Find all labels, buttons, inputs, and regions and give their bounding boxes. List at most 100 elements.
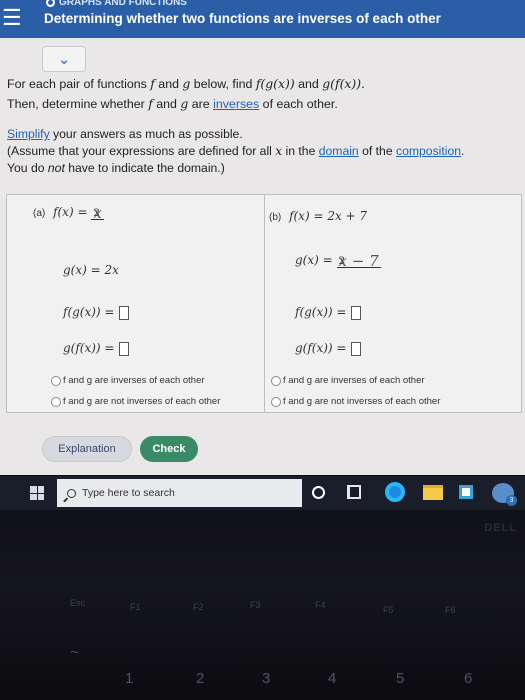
taskbar: Type here to search 3 (0, 476, 525, 510)
key-label: Esc (70, 598, 86, 608)
keyboard-area: DELL Esc F1 F2 F3 F4 F5 F6 ~ 1 2 3 4 5 6 (0, 510, 525, 700)
prompt-line-2: Then, determine whether f and g are inve… (7, 94, 517, 114)
part-b-fg-row: f(g(x)) = (295, 305, 361, 320)
instructions: Simplify your answers as much as possibl… (7, 126, 522, 177)
radio-button[interactable] (51, 375, 61, 386)
part-b-f-definition: (b) f(x) = 2x + 7 (269, 209, 367, 223)
cortana-icon[interactable] (312, 486, 325, 499)
radio-button[interactable] (271, 396, 281, 407)
instructions-text: (Assume that your expressions are define… (7, 144, 276, 158)
problem-boxes: (a) f(x) = x2 g(x) = 2x f(g(x)) = g(f(x)… (6, 194, 522, 413)
part-a-fg-row: f(g(x)) = (63, 305, 129, 320)
hamburger-icon[interactable]: ☰ (2, 7, 22, 29)
key-label: F1 (130, 602, 141, 612)
part-a-label: (a) (33, 208, 46, 219)
part-b-label: (b) (269, 212, 282, 223)
prompt-text: and (294, 77, 323, 91)
part-b-g-definition: g(x) = x − 72 (295, 253, 381, 268)
domain-link[interactable]: domain (319, 144, 359, 158)
key-label: 6 (464, 670, 473, 687)
instructions-text: of the (358, 144, 396, 158)
instructions-text: You do (7, 161, 48, 175)
task-view-icon[interactable] (347, 485, 361, 499)
prompt-text: and (152, 97, 181, 111)
mail-icon[interactable]: 3 (492, 483, 517, 506)
instructions-text: your answers as much as possible. (49, 127, 243, 141)
key-label: F4 (315, 600, 326, 610)
key-label: 2 (196, 670, 205, 687)
prompt-text: For each pair of functions (7, 77, 151, 91)
part-a-box: (a) f(x) = x2 g(x) = 2x f(g(x)) = g(f(x)… (7, 195, 264, 412)
key-label: ~ (70, 644, 79, 661)
key-label: F3 (250, 600, 261, 610)
header-bar: ☰ GRAPHS AND FUNCTIONS Determining wheth… (0, 0, 525, 38)
prompt-text: and (154, 77, 183, 91)
instructions-text: in the (282, 144, 319, 158)
instructions-text: have to indicate the domain.) (64, 161, 225, 175)
math-gf: g(f(x)). (322, 76, 365, 91)
part-b-option-not-inverses[interactable]: f and g are not inverses of each other (271, 396, 440, 407)
part-a-fg-label: f(g(x)) = (63, 305, 115, 319)
part-b-option-inverses[interactable]: f and g are inverses of each other (271, 375, 425, 386)
fraction-numerator: x − 7 (336, 251, 381, 270)
option-label: f and g are inverses of each other (63, 375, 205, 386)
key-label: F2 (193, 602, 204, 612)
key-label: 1 (125, 670, 134, 687)
store-icon[interactable] (457, 483, 475, 501)
problem-prompt: For each pair of functions f and g below… (7, 74, 517, 114)
chevron-down-icon: ⌄ (57, 51, 71, 68)
part-a-f-definition: (a) f(x) = x2 (33, 203, 104, 222)
windows-start-icon[interactable] (30, 486, 44, 500)
brand-logo: DELL (484, 522, 517, 534)
part-b-fg-label: f(g(x)) = (295, 305, 347, 319)
file-explorer-icon[interactable] (423, 485, 443, 500)
instructions-line-1: Simplify your answers as much as possibl… (7, 126, 522, 143)
option-label: f and g are not inverses of each other (63, 396, 221, 407)
topic-text: GRAPHS AND FUNCTIONS (59, 0, 187, 8)
radio-button[interactable] (51, 396, 61, 407)
part-a-g-definition: g(x) = 2x (63, 263, 119, 277)
check-button[interactable]: Check (140, 436, 198, 462)
part-a-gf-answer-input[interactable] (118, 341, 129, 356)
simplify-link[interactable]: Simplify (7, 127, 50, 141)
part-b-gf-label: g(f(x)) = (295, 341, 347, 355)
option-label: f and g are not inverses of each other (283, 396, 441, 407)
part-b-f-def: f(x) = 2x + 7 (289, 209, 368, 223)
prompt-line-1: For each pair of functions f and g below… (7, 74, 517, 94)
part-b-gf-answer-input[interactable] (350, 341, 361, 356)
part-a-gf-label: g(f(x)) = (63, 341, 115, 355)
key-label: 3 (262, 670, 271, 687)
fraction-numerator: x (91, 203, 104, 222)
inverses-link[interactable]: inverses (213, 97, 259, 111)
part-a-f-lhs: f(x) = (53, 205, 88, 219)
part-b-fg-answer-input[interactable] (350, 305, 361, 320)
instructions-line-3: You do not have to indicate the domain.) (7, 160, 522, 177)
taskbar-search-input[interactable]: Type here to search (57, 479, 302, 507)
part-a-f-fraction: x2 (91, 203, 104, 222)
prompt-text: Then, determine whether (7, 97, 149, 111)
radio-button[interactable] (271, 375, 281, 386)
instructions-line-2: (Assume that your expressions are define… (7, 143, 522, 160)
edge-browser-icon[interactable] (385, 482, 405, 502)
part-b-gf-row: g(f(x)) = (295, 341, 361, 356)
part-a-option-inverses[interactable]: f and g are inverses of each other (51, 375, 205, 386)
problem-panel: ⌄ For each pair of functions f and g bel… (0, 38, 525, 475)
page-title: Determining whether two functions are in… (44, 11, 441, 26)
instructions-text: . (461, 144, 465, 158)
collapse-toggle[interactable]: ⌄ (42, 46, 86, 72)
key-label: F6 (445, 605, 456, 615)
part-a-fg-answer-input[interactable] (118, 305, 129, 320)
prompt-text: below, find (190, 77, 256, 91)
part-b-box: (b) f(x) = 2x + 7 g(x) = x − 72 f(g(x)) … (264, 195, 521, 412)
part-a-gf-row: g(f(x)) = (63, 341, 129, 356)
prompt-text: of each other. (259, 97, 338, 111)
part-a-option-not-inverses[interactable]: f and g are not inverses of each other (51, 396, 220, 407)
composition-link[interactable]: composition (396, 144, 461, 158)
status-ring-icon (46, 0, 55, 7)
emphasis-not: not (47, 161, 65, 175)
search-icon (67, 488, 76, 498)
explanation-button[interactable]: Explanation (42, 436, 132, 462)
option-label: f and g are inverses of each other (283, 375, 425, 386)
topic-label: GRAPHS AND FUNCTIONS (46, 0, 187, 8)
math-fg: f(g(x)) (255, 76, 295, 91)
